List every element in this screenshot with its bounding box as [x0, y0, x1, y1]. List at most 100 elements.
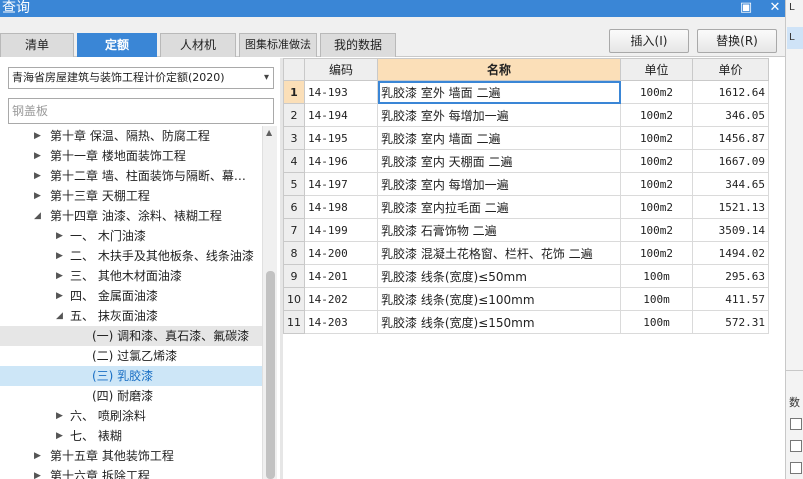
cell-price[interactable]: 3509.14 [692, 218, 769, 242]
tree-item[interactable]: ▶ 第十一章 楼地面装饰工程 [0, 146, 262, 166]
insert-button[interactable]: 插入(I) [609, 29, 689, 53]
chapter-tree[interactable]: ▶ 第十章 保温、隔热、防腐工程 ▶ 第十一章 楼地面装饰工程 ▶ 第十二章 墙、柱面装饰… [0, 126, 262, 479]
expand-arrow-icon[interactable]: ▶ [34, 186, 41, 206]
scroll-thumb[interactable] [266, 271, 275, 479]
cell-name[interactable]: 乳胶漆 室内 天棚面 二遍 [377, 149, 621, 173]
expand-arrow-icon[interactable]: ▶ [56, 246, 63, 266]
header-unit[interactable]: 单位 [620, 58, 693, 81]
tree-item[interactable]: ▶ 一、 木门油漆 [0, 226, 262, 246]
close-icon[interactable]: ✕ [766, 0, 784, 17]
cell-unit[interactable]: 100m [620, 264, 693, 288]
cell-unit[interactable]: 100m2 [620, 149, 693, 173]
cell-price[interactable]: 346.05 [692, 103, 769, 127]
cell-unit[interactable]: 100m2 [620, 80, 693, 104]
table-row[interactable]: 2 14-194 乳胶漆 室外 每增加一遍 100m2 346.05 [283, 103, 769, 127]
cell-code[interactable]: 14-200 [304, 241, 378, 265]
expand-arrow-icon[interactable]: ▶ [34, 146, 41, 166]
expand-arrow-icon[interactable]: ▶ [34, 446, 41, 466]
tree-item[interactable]: ▶ 二、 木扶手及其他板条、线条油漆 [0, 246, 262, 266]
tree-item[interactable]: ▶ 第十章 保温、隔热、防腐工程 [0, 126, 262, 146]
tree-item[interactable]: ▶ 第十五章 其他装饰工程 [0, 446, 262, 466]
table-row[interactable]: 5 14-197 乳胶漆 室内 每增加一遍 100m2 344.65 [283, 172, 769, 196]
expand-arrow-icon[interactable]: ▶ [56, 286, 63, 306]
cell-unit[interactable]: 100m [620, 310, 693, 334]
collapse-arrow-icon[interactable]: ◢ [34, 206, 41, 226]
table-row[interactable]: 8 14-200 乳胶漆 混凝土花格窗、栏杆、花饰 二遍 100m2 1494.02 [283, 241, 769, 265]
collapse-arrow-icon[interactable]: ◢ [56, 306, 63, 326]
tab-labor-material-machine[interactable]: 人材机 [160, 33, 236, 57]
cell-unit[interactable]: 100m2 [620, 103, 693, 127]
cell-price[interactable]: 411.57 [692, 287, 769, 311]
cell-unit[interactable]: 100m2 [620, 195, 693, 219]
expand-arrow-icon[interactable]: ▶ [56, 226, 63, 246]
tree-item[interactable]: ▶ 四、 金属面油漆 [0, 286, 262, 306]
header-name[interactable]: 名称 [377, 58, 621, 81]
cell-name[interactable]: 乳胶漆 石膏饰物 二遍 [377, 218, 621, 242]
table-row[interactable]: 1 14-193 乳胶漆 室外 墙面 二遍 100m2 1612.64 [283, 80, 769, 104]
tab-atlas-standard[interactable]: 图集标准做法 [239, 33, 317, 57]
cell-unit[interactable]: 100m [620, 287, 693, 311]
cell-name[interactable]: 乳胶漆 线条(宽度)≤100mm [377, 287, 621, 311]
cell-code[interactable]: 14-202 [304, 287, 378, 311]
tree-item[interactable]: (三) 乳胶漆 [0, 366, 262, 386]
tree-item[interactable]: ▶ 第十六章 拆除工程 [0, 466, 262, 479]
edge-checkbox-3[interactable] [790, 462, 802, 474]
edge-checkbox-1[interactable] [790, 418, 802, 430]
header-price[interactable]: 单价 [692, 58, 769, 81]
tree-item[interactable]: ▶ 六、 喷刷涂料 [0, 406, 262, 426]
tab-bill[interactable]: 清单 [0, 33, 74, 57]
edge-checkbox-2[interactable] [790, 440, 802, 452]
cell-price[interactable]: 1456.87 [692, 126, 769, 150]
cell-price[interactable]: 572.31 [692, 310, 769, 334]
tree-item[interactable]: ▶ 七、 裱糊 [0, 426, 262, 446]
tree-item[interactable]: (四) 耐磨漆 [0, 386, 262, 406]
cell-price[interactable]: 1494.02 [692, 241, 769, 265]
cell-name[interactable]: 乳胶漆 线条(宽度)≤150mm [377, 310, 621, 334]
cell-code[interactable]: 14-198 [304, 195, 378, 219]
cell-price[interactable]: 344.65 [692, 172, 769, 196]
table-row[interactable]: 3 14-195 乳胶漆 室内 墙面 二遍 100m2 1456.87 [283, 126, 769, 150]
replace-button[interactable]: 替换(R) [697, 29, 777, 53]
quota-library-select[interactable]: 青海省房屋建筑与装饰工程计价定额(2020) ▾ [8, 67, 274, 89]
cell-code[interactable]: 14-193 [304, 80, 378, 104]
maximize-icon[interactable]: ▣ [737, 0, 755, 17]
cell-code[interactable]: 14-194 [304, 103, 378, 127]
cell-unit[interactable]: 100m2 [620, 218, 693, 242]
tree-item[interactable]: ◢ 五、 抹灰面油漆 [0, 306, 262, 326]
tree-item[interactable]: ▶ 第十三章 天棚工程 [0, 186, 262, 206]
expand-arrow-icon[interactable]: ▶ [34, 166, 41, 186]
expand-arrow-icon[interactable]: ▶ [56, 426, 63, 446]
search-input[interactable] [8, 98, 274, 124]
cell-name[interactable]: 乳胶漆 室内 每增加一遍 [377, 172, 621, 196]
cell-name[interactable]: 乳胶漆 室内拉毛面 二遍 [377, 195, 621, 219]
cell-name[interactable]: 乳胶漆 线条(宽度)≤50mm [377, 264, 621, 288]
table-row[interactable]: 10 14-202 乳胶漆 线条(宽度)≤100mm 100m 411.57 [283, 287, 769, 311]
cell-unit[interactable]: 100m2 [620, 241, 693, 265]
table-row[interactable]: 11 14-203 乳胶漆 线条(宽度)≤150mm 100m 572.31 [283, 310, 769, 334]
tab-my-data[interactable]: 我的数据 [320, 33, 396, 57]
table-row[interactable]: 7 14-199 乳胶漆 石膏饰物 二遍 100m2 3509.14 [283, 218, 769, 242]
tree-item[interactable]: (二) 过氯乙烯漆 [0, 346, 262, 366]
tree-item[interactable]: ▶ 三、 其他木材面油漆 [0, 266, 262, 286]
cell-code[interactable]: 14-199 [304, 218, 378, 242]
table-row[interactable]: 6 14-198 乳胶漆 室内拉毛面 二遍 100m2 1521.13 [283, 195, 769, 219]
cell-name[interactable]: 乳胶漆 室外 墙面 二遍 [377, 80, 621, 104]
cell-code[interactable]: 14-201 [304, 264, 378, 288]
cell-price[interactable]: 1612.64 [692, 80, 769, 104]
tree-item[interactable]: (一) 调和漆、真石漆、氟碳漆 [0, 326, 262, 346]
cell-name[interactable]: 乳胶漆 混凝土花格窗、栏杆、花饰 二遍 [377, 241, 621, 265]
tree-item[interactable]: ◢ 第十四章 油漆、涂料、裱糊工程 [0, 206, 262, 226]
expand-arrow-icon[interactable]: ▶ [56, 266, 63, 286]
cell-code[interactable]: 14-195 [304, 126, 378, 150]
cell-price[interactable]: 1667.09 [692, 149, 769, 173]
cell-price[interactable]: 295.63 [692, 264, 769, 288]
expand-arrow-icon[interactable]: ▶ [34, 466, 41, 479]
tab-quota[interactable]: 定额 [77, 33, 157, 57]
cell-code[interactable]: 14-197 [304, 172, 378, 196]
cell-unit[interactable]: 100m2 [620, 172, 693, 196]
cell-price[interactable]: 1521.13 [692, 195, 769, 219]
scroll-up-icon[interactable]: ▲ [266, 128, 272, 137]
tree-scrollbar[interactable]: ▲ [262, 126, 277, 479]
cell-name[interactable]: 乳胶漆 室外 每增加一遍 [377, 103, 621, 127]
tree-item[interactable]: ▶ 第十二章 墙、柱面装饰与隔断、幕… [0, 166, 262, 186]
